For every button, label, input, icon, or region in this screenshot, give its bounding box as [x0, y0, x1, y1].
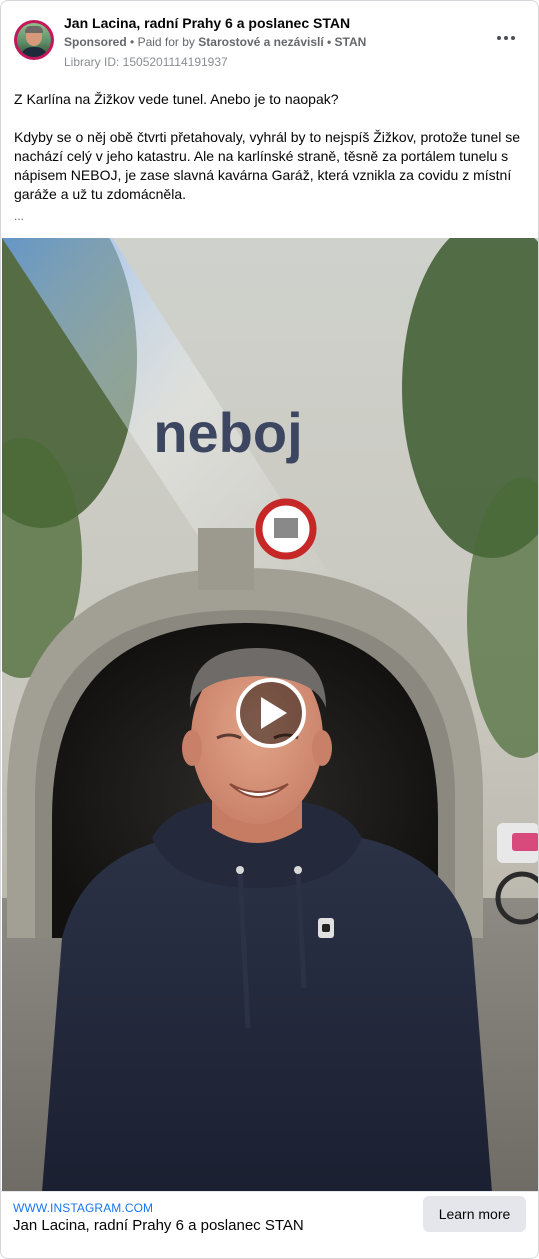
- sponsored-post-card: Jan Lacina, radní Prahy 6 a poslanec STA…: [0, 0, 539, 1259]
- meta-separator: •: [130, 35, 138, 49]
- link-domain: WWW.INSTAGRAM.COM: [13, 1201, 154, 1215]
- video-player[interactable]: neboj: [2, 238, 538, 1192]
- post-text: Z Karlína na Žižkov vede tunel. Anebo je…: [14, 90, 524, 204]
- library-id: Library ID: 1505201114191937: [64, 55, 228, 69]
- post-header: Jan Lacina, radní Prahy 6 a poslanec STA…: [13, 13, 526, 73]
- more-options-icon[interactable]: [494, 31, 518, 45]
- avatar-photo: [17, 23, 51, 57]
- link-preview-bar[interactable]: WWW.INSTAGRAM.COM Jan Lacina, radní Prah…: [1, 1191, 538, 1258]
- play-icon[interactable]: [236, 678, 306, 748]
- page-avatar[interactable]: [14, 20, 54, 60]
- post-text-line-1: Z Karlína na Žižkov vede tunel. Anebo je…: [14, 91, 339, 107]
- learn-more-button[interactable]: Learn more: [423, 1196, 526, 1232]
- post-text-paragraph-2: Kdyby se o něj obě čtvrti přetahovaly, v…: [14, 129, 521, 202]
- page-name-link[interactable]: Jan Lacina, radní Prahy 6 a poslanec STA…: [64, 15, 350, 31]
- sponsored-label: Sponsored: [64, 35, 127, 49]
- video-frame: neboj: [2, 238, 538, 1192]
- paid-for-prefix: Paid for by: [137, 35, 195, 49]
- link-title[interactable]: Jan Lacina, radní Prahy 6 a poslanec STA…: [13, 1217, 304, 1234]
- see-more-ellipsis[interactable]: ...: [14, 209, 24, 223]
- neboj-sign-text: neboj: [153, 401, 302, 464]
- paid-by-name[interactable]: Starostové a nezávislí • STAN: [198, 35, 366, 49]
- sponsored-meta: Sponsored • Paid for by Starostové a nez…: [64, 35, 366, 49]
